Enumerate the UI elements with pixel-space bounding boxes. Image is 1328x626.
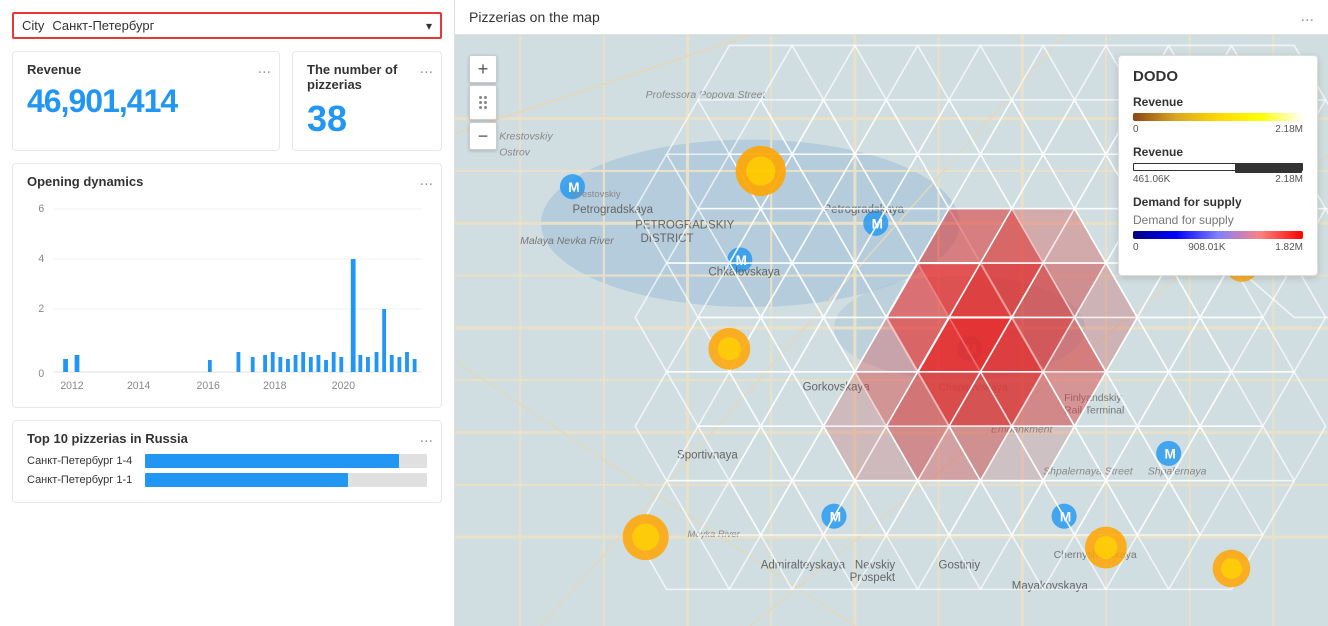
legend-demand-range: 0 908.01K 1.82M [1133,242,1303,253]
bar-label-2: Санкт-Петербург 1-1 [27,474,137,486]
legend-revenue-filter: Revenue 461.06K 2.18M [1133,145,1303,185]
legend-revenue-filter-range: 461.06K 2.18M [1133,174,1303,185]
zoom-out-button[interactable]: − [469,122,497,150]
svg-text:Ostrov: Ostrov [499,147,531,158]
legend-revenue-filter-max: 2.18M [1275,174,1303,185]
city-value: Санкт-Петербург [52,18,418,33]
top10-menu-icon[interactable]: ... [420,429,433,447]
legend-demand-max: 1.82M [1275,242,1303,253]
pizzerias-menu-icon[interactable]: ... [420,60,433,78]
legend-revenue-max: 2.18M [1275,124,1303,135]
svg-text:Krestovskiy: Krestovskiy [499,132,553,143]
chart-svg: 6 4 2 0 2012 2014 2016 2018 2020 [27,197,427,397]
map-controls: + − [469,55,497,150]
opening-dynamics-title: Opening dynamics [27,174,427,189]
legend-popup: DODO Revenue 0 2.18M Revenue 461.06K 2.1… [1118,55,1318,276]
svg-text:2016: 2016 [197,380,220,392]
svg-text:Malaya Nevka River: Malaya Nevka River [520,236,614,247]
svg-text:6: 6 [38,203,44,215]
svg-text:4: 4 [38,253,44,265]
pizzerias-value: 38 [307,98,427,140]
legend-title: DODO [1133,68,1303,85]
map-header: Pizzerias on the map ... [455,0,1328,35]
zoom-in-button[interactable]: + [469,55,497,83]
zoom-slider[interactable] [469,85,497,120]
svg-text:2018: 2018 [263,380,286,392]
legend-revenue-range: 0 2.18M [1133,124,1303,135]
pizzerias-title: The number of pizzerias [307,62,427,92]
revenue-value: 46,901,414 [27,83,265,120]
svg-text:Krestovskiy: Krestovskiy [572,188,620,199]
top10-card: ... Top 10 pizzerias in Russia Санкт-Пет… [12,420,442,503]
bar-fill-2 [145,473,348,487]
map-menu-icon[interactable]: ... [1301,8,1314,26]
map-title: Pizzerias on the map [469,9,600,25]
legend-revenue-min: 0 [1133,124,1139,135]
list-item: Санкт-Петербург 1-4 [27,454,427,468]
svg-text:Gostiniy: Gostiniy [939,559,981,571]
slider-dots [475,90,491,115]
city-selector[interactable]: City Санкт-Петербург ▾ [12,12,442,39]
svg-text:Shpalernaya Street: Shpalernaya Street [1043,466,1134,477]
bar-fill-1 [145,454,399,468]
bar-track-1 [145,454,427,468]
svg-text:2014: 2014 [127,380,150,392]
legend-demand-gradient [1133,231,1303,239]
opening-dynamics-card: ... Opening dynamics 6 4 2 0 2012 2014 2… [12,163,442,408]
svg-text:Nevskiy: Nevskiy [855,559,896,571]
revenue-menu-icon[interactable]: ... [258,60,271,78]
city-label: City [22,18,44,33]
legend-demand-subtitle: Demand for supply [1133,213,1303,227]
legend-demand-mid: 908.01K [1188,242,1225,253]
legend-demand-min: 0 [1133,242,1139,253]
svg-text:0: 0 [38,368,44,380]
chevron-down-icon: ▾ [426,19,432,33]
svg-text:Sportivnaya: Sportivnaya [677,450,738,462]
pizzerias-card: ... The number of pizzerias 38 [292,51,442,151]
svg-text:DISTRICT: DISTRICT [640,233,693,245]
legend-revenue-gradient [1133,113,1303,121]
opening-dynamics-menu-icon[interactable]: ... [420,172,433,190]
legend-revenue-title: Revenue [1133,95,1303,109]
svg-text:2: 2 [38,303,44,315]
metrics-row: ... Revenue 46,901,414 ... The number of… [12,51,442,151]
map-container[interactable]: M M M M M M M Krestovskiy Ostrov Profess… [455,35,1328,626]
svg-text:Mayakovskaya: Mayakovskaya [1012,580,1089,592]
svg-text:Shpalernaya: Shpalernaya [1148,466,1207,477]
bar-label-1: Санкт-Петербург 1-4 [27,455,137,467]
revenue-title: Revenue [27,62,265,77]
opening-dynamics-chart: 6 4 2 0 2012 2014 2016 2018 2020 [27,197,427,397]
legend-demand-title: Demand for supply [1133,195,1303,209]
right-panel: Pizzerias on the map ... [455,0,1328,626]
revenue-card: ... Revenue 46,901,414 [12,51,280,151]
top10-title: Top 10 pizzerias in Russia [27,431,427,446]
svg-text:2020: 2020 [332,380,355,392]
legend-revenue-filter-min: 461.06K [1133,174,1170,185]
svg-text:Petrogradskaya: Petrogradskaya [572,204,653,216]
svg-text:PETROGRADSKIY: PETROGRADSKIY [635,220,734,232]
left-panel: City Санкт-Петербург ▾ ... Revenue 46,90… [0,0,455,626]
legend-revenue-slider[interactable] [1133,163,1303,171]
svg-text:M: M [1165,447,1176,462]
svg-text:Prospekt: Prospekt [850,572,896,584]
svg-text:Chkalovskaya: Chkalovskaya [708,267,780,279]
svg-text:2012: 2012 [60,380,83,392]
svg-text:Petrogradskaya: Petrogradskaya [824,204,905,216]
bar-track-2 [145,473,427,487]
legend-revenue-filter-title: Revenue [1133,145,1303,159]
list-item: Санкт-Петербург 1-1 [27,473,427,487]
